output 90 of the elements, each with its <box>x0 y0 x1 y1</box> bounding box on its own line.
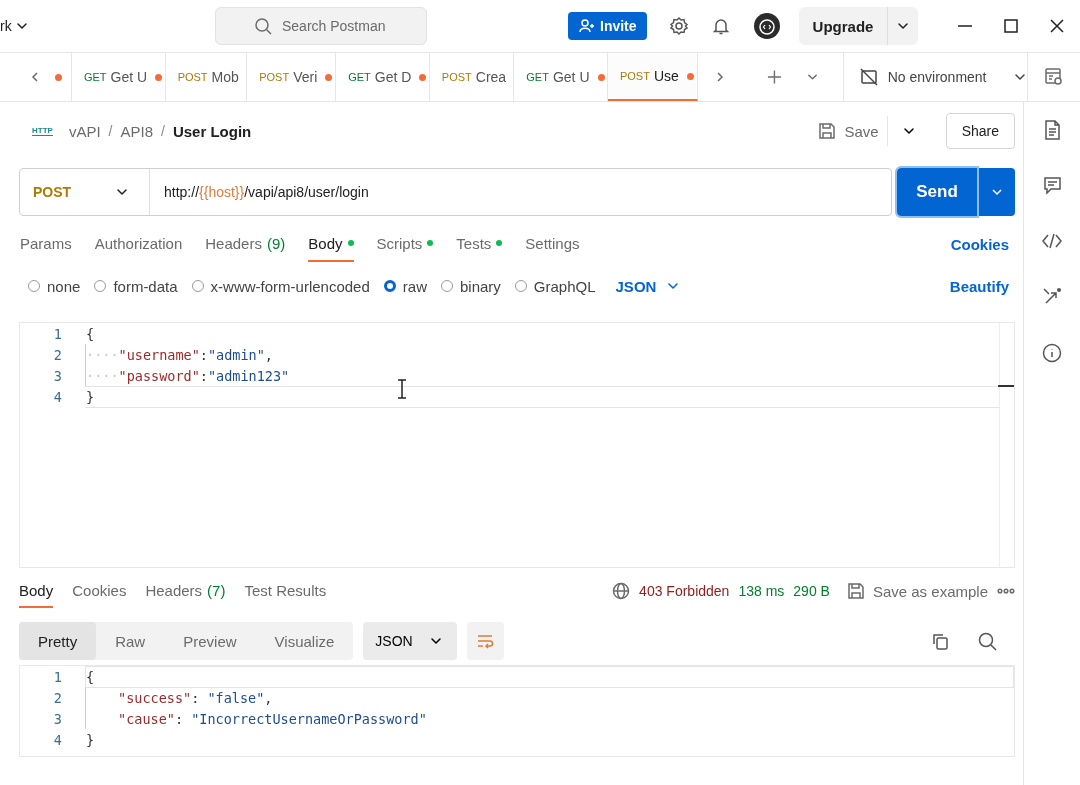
line-number: 1 <box>52 668 63 685</box>
response-tab[interactable]: Body <box>19 574 54 608</box>
environment-quick-look-icon[interactable] <box>1043 67 1064 87</box>
line-number: 1 <box>52 325 63 342</box>
line-number: 3 <box>52 710 63 727</box>
line-number: 4 <box>52 731 63 748</box>
view-mode-tab[interactable]: Preview <box>164 622 256 660</box>
request-tab[interactable]: Params <box>20 226 72 262</box>
request-tab[interactable]: Headers (9) <box>205 226 286 262</box>
invite-button[interactable]: Invite <box>568 12 647 40</box>
code-icon[interactable] <box>1042 231 1062 251</box>
request-title: User Login <box>172 122 252 140</box>
request-tab[interactable]: Body <box>308 226 354 262</box>
request-tab[interactable]: POST Crea <box>429 53 515 101</box>
code-line: "success": "false", <box>85 687 273 708</box>
save-icon <box>846 582 865 600</box>
request-tab[interactable]: Authorization <box>94 226 183 262</box>
workspace-menu[interactable]: rk <box>0 18 215 34</box>
response-tab[interactable]: Test Results <box>244 574 327 608</box>
search-field[interactable]: Search Postman <box>215 7 427 45</box>
line-number: 2 <box>52 689 63 706</box>
method-dropdown[interactable]: POST <box>20 169 150 215</box>
code-line: } <box>85 387 95 407</box>
code-line: { <box>85 324 95 344</box>
cookies-link[interactable]: Cookies <box>944 234 1015 254</box>
line-number: 3 <box>52 367 63 384</box>
body-type-radio[interactable]: binary <box>440 277 501 295</box>
send-button[interactable]: Send <box>897 168 977 216</box>
view-mode-tab[interactable]: Pretty <box>19 622 97 660</box>
breadcrumb-separator: / <box>161 123 165 139</box>
close-icon[interactable] <box>1049 18 1065 34</box>
body-type-radio[interactable]: form-data <box>94 277 178 295</box>
code-line: } <box>85 730 95 750</box>
breadcrumb-separator: / <box>108 123 113 139</box>
request-tab[interactable]: GET Get U <box>71 53 166 101</box>
beautify-link[interactable]: Beautify <box>949 277 1015 295</box>
request-tab[interactable]: Scripts <box>376 226 434 262</box>
request-tab[interactable]: POST Mob <box>165 53 248 101</box>
code-line: "cause": "IncorrectUsernameOrPassword" <box>85 708 427 729</box>
notification-bell-icon[interactable] <box>710 16 731 36</box>
code-line: ····"username":"admin", <box>85 344 273 365</box>
request-tab[interactable]: POST Veri <box>247 53 337 101</box>
text-cursor-icon <box>396 379 408 399</box>
plus-icon[interactable] <box>766 69 782 85</box>
wrap-lines-icon <box>476 632 495 650</box>
environment-selector[interactable]: No environment <box>842 53 1027 101</box>
search-icon <box>254 17 272 35</box>
more-options-icon[interactable] <box>997 586 1015 596</box>
save-as-example-button[interactable]: Save as example <box>846 582 988 600</box>
save-icon <box>818 122 837 140</box>
comments-icon[interactable] <box>1042 176 1062 195</box>
request-tab[interactable]: Settings <box>525 226 580 262</box>
view-mode-tab[interactable]: Raw <box>96 622 165 660</box>
scroll-marker <box>998 385 1014 387</box>
save-button[interactable]: Save <box>818 116 888 146</box>
no-environment-icon <box>859 68 878 86</box>
request-tab[interactable]: POST Use <box>607 53 698 101</box>
search-icon[interactable] <box>978 631 997 651</box>
code-editor[interactable]: 1 { 2 ····"username":"admin", 3 ····"password":"admin123" 4 } <box>19 322 1015 568</box>
response-size: 290 B <box>793 583 830 599</box>
body-type-radio[interactable]: x-www-form-urlencoded <box>191 277 370 295</box>
share-button[interactable]: Share <box>945 113 1015 149</box>
globe-icon[interactable] <box>612 582 631 600</box>
url-field[interactable]: http://{{host}}/vapi/api8/user/login <box>150 184 369 200</box>
format-dropdown[interactable]: JSON <box>363 622 457 660</box>
response-time: 138 ms <box>738 583 785 599</box>
view-mode-tab[interactable]: Visualize <box>255 622 354 660</box>
response-tab[interactable]: Headers (7) <box>145 574 226 608</box>
add-user-icon <box>578 18 595 34</box>
document-icon[interactable] <box>1042 120 1062 140</box>
request-tab[interactable]: Tests <box>456 226 503 262</box>
body-type-radio[interactable]: raw <box>383 277 427 295</box>
info-icon[interactable] <box>1042 343 1062 363</box>
copy-icon[interactable] <box>931 631 950 651</box>
body-type-radio[interactable]: none <box>28 277 81 295</box>
code-line: { <box>85 667 95 687</box>
response-tab[interactable]: Cookies <box>72 574 127 608</box>
maximize-icon[interactable] <box>1003 18 1019 34</box>
avatar-icon[interactable] <box>752 12 781 40</box>
breadcrumb-link[interactable]: vAPI <box>68 122 101 140</box>
request-tab[interactable]: GET Get U <box>514 53 608 101</box>
status-code: 403 Forbidden <box>639 583 730 599</box>
code-line: ····"password":"admin123" <box>85 365 290 386</box>
format-dropdown[interactable]: JSON <box>615 277 681 295</box>
request-tab[interactable]: GET Get D <box>336 53 430 101</box>
body-type-radio[interactable]: GraphQL <box>514 277 596 295</box>
line-number: 4 <box>52 388 63 405</box>
line-number: 2 <box>52 346 63 363</box>
breadcrumb-link[interactable]: API8 <box>120 122 153 140</box>
settings-icon[interactable] <box>668 16 689 36</box>
